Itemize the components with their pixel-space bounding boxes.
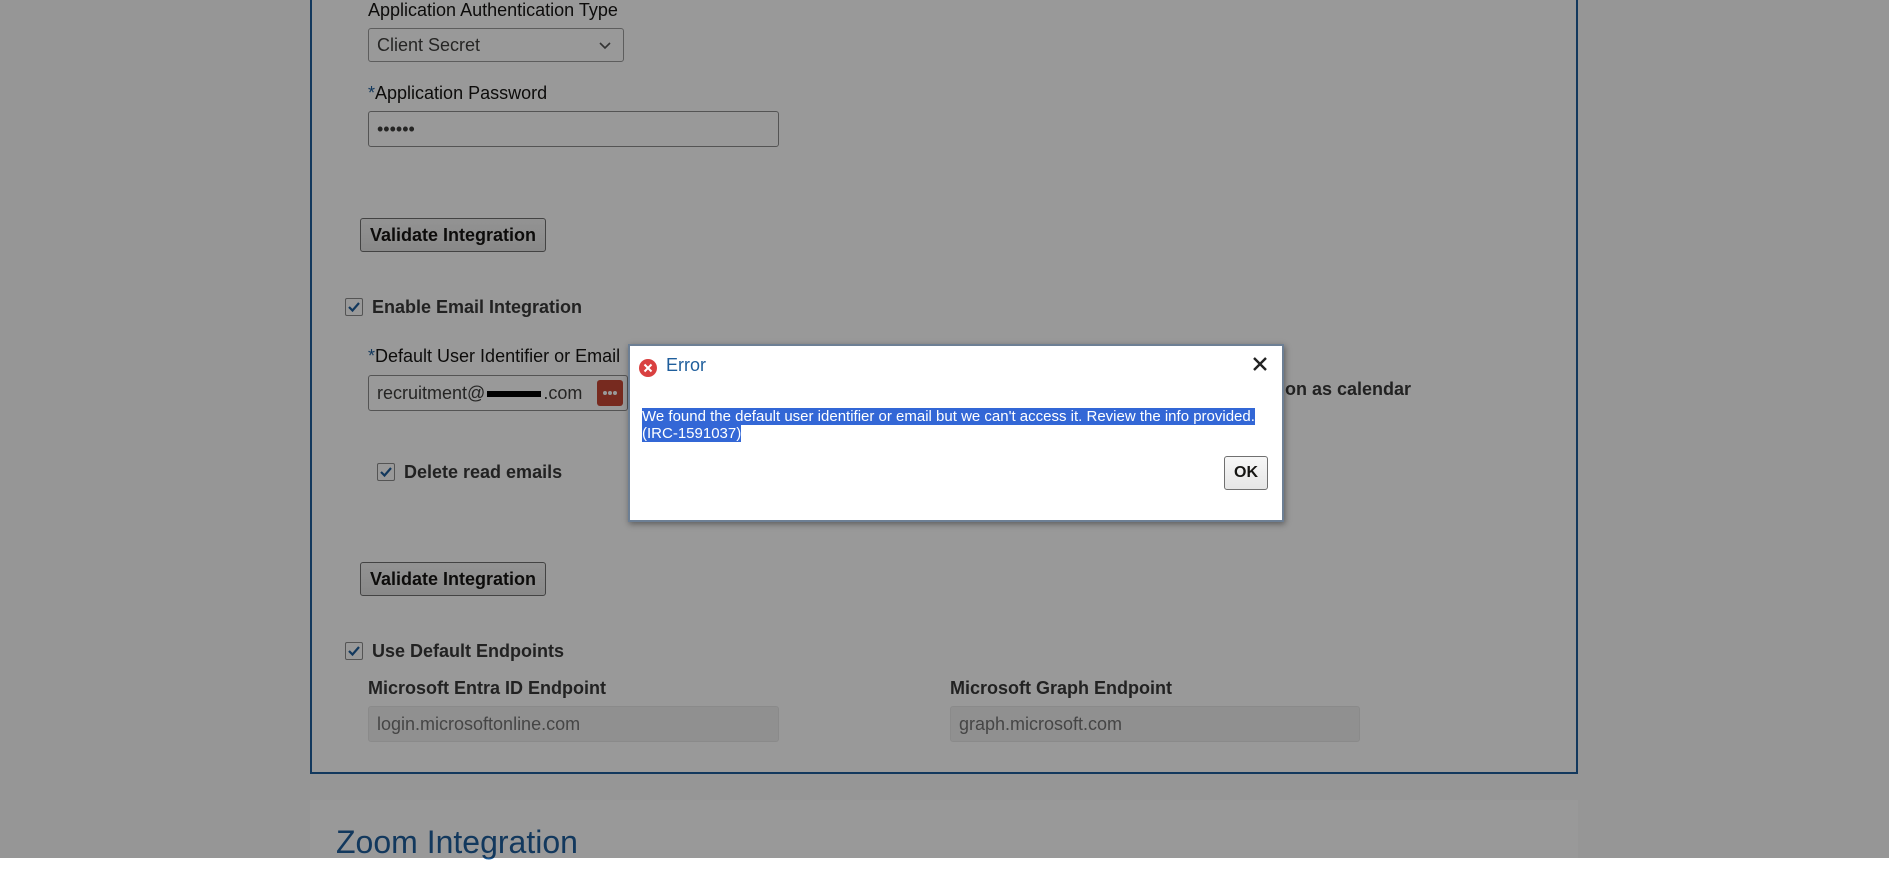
- error-message-code: (IRC-1591037): [642, 425, 742, 442]
- error-dialog: Error We found the default user identifi…: [628, 344, 1284, 522]
- close-icon[interactable]: [1252, 356, 1268, 372]
- dialog-title: Error: [666, 355, 706, 375]
- error-message: We found the default user identifier or …: [642, 408, 1262, 442]
- ok-button[interactable]: OK: [1224, 456, 1268, 490]
- error-icon: [639, 359, 657, 377]
- error-message-line1: We found the default user identifier or …: [642, 408, 1255, 425]
